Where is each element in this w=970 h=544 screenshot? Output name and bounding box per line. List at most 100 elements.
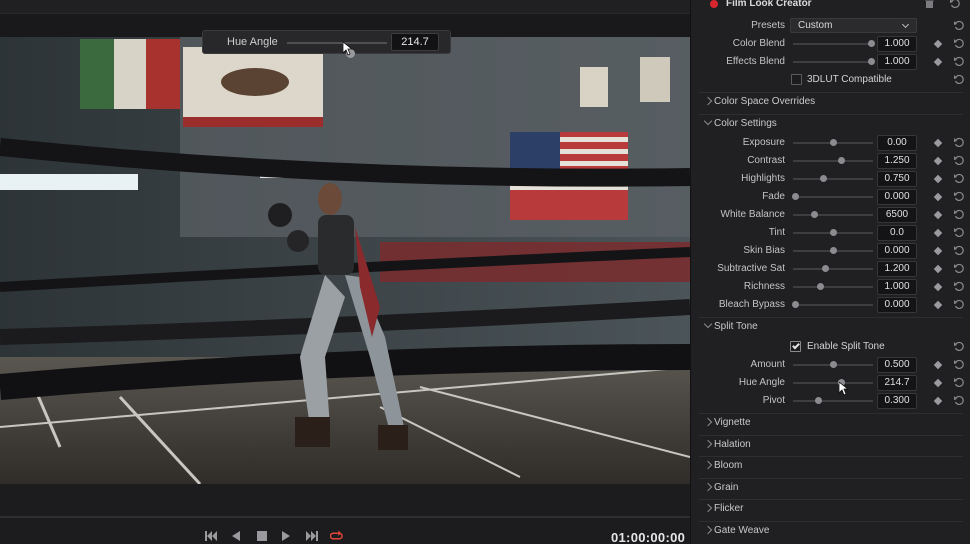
keyframe-diamond-icon[interactable] [933, 39, 943, 49]
keyframe-diamond-icon[interactable] [933, 192, 943, 202]
effects-blend-slider[interactable] [793, 58, 875, 65]
skin-bias-slider-knob[interactable] [830, 247, 837, 254]
reset-icon[interactable] [953, 376, 966, 389]
tint-slider-knob[interactable] [830, 229, 837, 236]
keyframe-diamond-icon[interactable] [933, 396, 943, 406]
contrast-slider[interactable] [793, 157, 873, 164]
subtractive-sat-value[interactable]: 1.200 [877, 261, 917, 277]
keyframe-diamond-icon[interactable] [933, 228, 943, 238]
fade-slider[interactable] [792, 193, 873, 200]
exposure-slider-knob[interactable] [830, 139, 837, 146]
keyframe-diamond-icon[interactable] [933, 246, 943, 256]
trash-icon[interactable] [925, 0, 934, 8]
reset-icon[interactable] [953, 19, 966, 32]
reset-icon[interactable] [953, 280, 966, 293]
contrast-value[interactable]: 1.250 [877, 153, 917, 169]
subtractive-sat-slider[interactable] [793, 265, 873, 272]
highlights-value[interactable]: 0.750 [877, 171, 917, 187]
richness-slider-knob[interactable] [817, 283, 824, 290]
enable-split-tone-checkbox[interactable] [790, 341, 801, 352]
reset-icon[interactable] [953, 73, 966, 86]
loop-icon[interactable] [330, 530, 343, 543]
reset-icon[interactable] [953, 136, 966, 149]
color-blend-slider[interactable] [793, 40, 875, 47]
reset-icon[interactable] [953, 37, 966, 50]
subtractive-sat-slider-knob[interactable] [822, 265, 829, 272]
keyframe-diamond-icon[interactable] [933, 282, 943, 292]
bleach-bypass-value[interactable]: 0.000 [877, 297, 917, 313]
bleach-bypass-slider[interactable] [792, 301, 873, 308]
reset-icon[interactable] [953, 55, 966, 68]
timeline-scrubber[interactable] [0, 516, 690, 518]
hue-angle-overlay[interactable]: Hue Angle 214.7 [202, 30, 451, 58]
section-bloom[interactable]: Bloom [691, 456, 970, 476]
skip-to-start-icon[interactable] [205, 530, 218, 543]
amount-slider-knob[interactable] [830, 361, 837, 368]
keyframe-diamond-icon[interactable] [933, 300, 943, 310]
reset-icon[interactable] [953, 208, 966, 221]
effects-blend-value[interactable]: 1.000 [877, 54, 917, 70]
section-gate-weave[interactable]: Gate Weave [691, 521, 970, 541]
fade-slider-knob[interactable] [792, 193, 799, 200]
tint-slider[interactable] [793, 229, 873, 236]
section-grain[interactable]: Grain [691, 478, 970, 498]
contrast-slider-knob[interactable] [838, 157, 845, 164]
reset-icon[interactable] [949, 0, 962, 10]
tint-value[interactable]: 0.0 [877, 225, 917, 241]
skin-bias-value[interactable]: 0.000 [877, 243, 917, 259]
section-flicker[interactable]: Flicker [691, 499, 970, 519]
reset-icon[interactable] [953, 340, 966, 353]
keyframe-diamond-icon[interactable] [933, 360, 943, 370]
exposure-slider[interactable] [793, 139, 873, 146]
section-halation[interactable]: Halation [691, 435, 970, 455]
section-split-tone[interactable]: Split Tone [691, 317, 970, 337]
pivot-slider-knob[interactable] [815, 397, 822, 404]
reset-icon[interactable] [953, 154, 966, 167]
lut-compatible-checkbox[interactable] [791, 74, 802, 85]
richness-slider[interactable] [793, 283, 873, 290]
section-color-space-overrides[interactable]: Color Space Overrides [691, 92, 970, 112]
pivot-value[interactable]: 0.300 [877, 393, 917, 409]
fade-value[interactable]: 0.000 [877, 189, 917, 205]
stop-icon[interactable] [255, 530, 268, 543]
skip-to-end-icon[interactable] [305, 530, 318, 543]
richness-value[interactable]: 1.000 [877, 279, 917, 295]
exposure-value[interactable]: 0.00 [877, 135, 917, 151]
color-blend-slider-knob[interactable] [868, 40, 875, 47]
white-balance-value[interactable]: 6500 [877, 207, 917, 223]
reset-icon[interactable] [953, 190, 966, 203]
section-color-settings[interactable]: Color Settings [691, 114, 970, 134]
amount-slider[interactable] [793, 361, 873, 368]
reset-icon[interactable] [953, 226, 966, 239]
reset-icon[interactable] [953, 262, 966, 275]
color-blend-value[interactable]: 1.000 [877, 36, 917, 52]
video-frame[interactable] [0, 37, 690, 484]
hue-angle-overlay-value[interactable]: 214.7 [391, 33, 439, 51]
white-balance-slider-knob[interactable] [811, 211, 818, 218]
reset-icon[interactable] [953, 358, 966, 371]
reset-icon[interactable] [953, 172, 966, 185]
keyframe-diamond-icon[interactable] [933, 210, 943, 220]
keyframe-diamond-icon[interactable] [933, 156, 943, 166]
pivot-slider[interactable] [793, 397, 873, 404]
effect-enable-toggle[interactable] [710, 0, 718, 8]
hue-angle-value[interactable]: 214.7 [877, 375, 917, 391]
keyframe-diamond-icon[interactable] [933, 138, 943, 148]
section-vignette[interactable]: Vignette [691, 413, 970, 433]
keyframe-diamond-icon[interactable] [933, 264, 943, 274]
hue-angle-slider[interactable] [793, 379, 873, 386]
reset-icon[interactable] [953, 298, 966, 311]
play-icon[interactable] [280, 530, 293, 543]
effects-blend-slider-knob[interactable] [868, 58, 875, 65]
skin-bias-slider[interactable] [793, 247, 873, 254]
highlights-slider-knob[interactable] [820, 175, 827, 182]
amount-value[interactable]: 0.500 [877, 357, 917, 373]
hue-angle-overlay-slider[interactable] [287, 42, 387, 58]
highlights-slider[interactable] [793, 175, 873, 182]
bleach-bypass-slider-knob[interactable] [792, 301, 799, 308]
white-balance-slider[interactable] [793, 211, 873, 218]
keyframe-diamond-icon[interactable] [933, 57, 943, 67]
reset-icon[interactable] [953, 244, 966, 257]
play-reverse-icon[interactable] [230, 530, 243, 543]
reset-icon[interactable] [953, 394, 966, 407]
